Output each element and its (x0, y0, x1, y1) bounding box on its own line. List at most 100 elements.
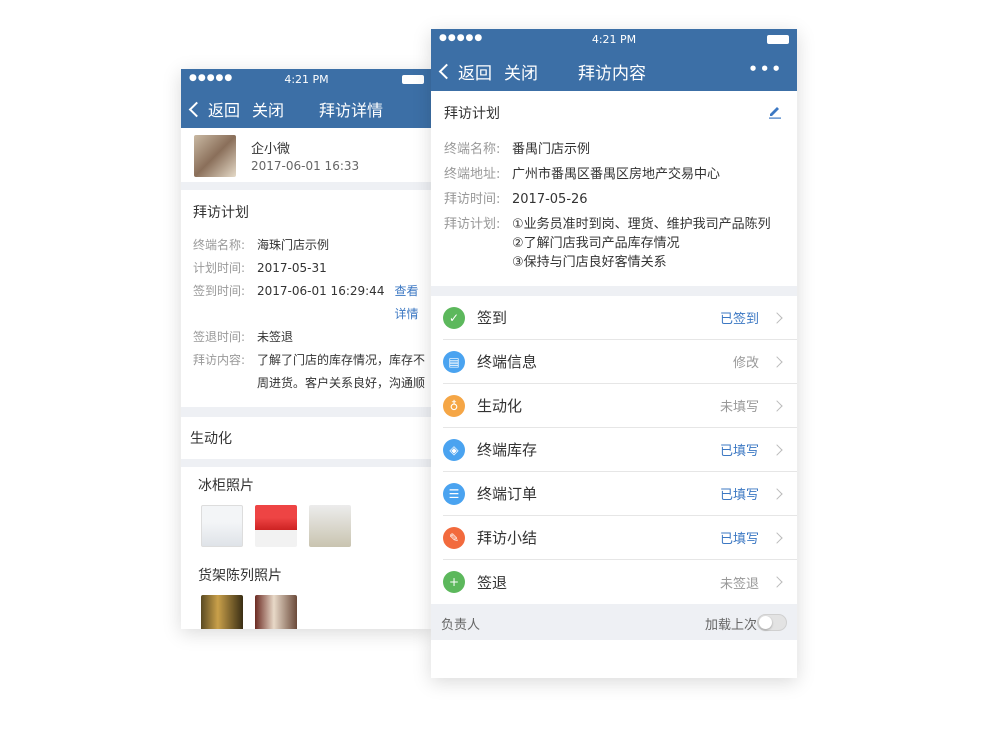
visit-detail-screen: ●●●●● 4:21 PM 返回 关闭 拜访详情 企小微 2017-06-01 … (181, 69, 432, 629)
field-value: 广州市番禺区番禺区房地产交易中心 (512, 167, 721, 182)
view-details-link[interactable]: 查看详情 (394, 280, 420, 326)
field-label: 拜访内容: (193, 353, 246, 367)
task-label: 终端库存 (477, 441, 538, 459)
field-label: 拜访时间: (444, 192, 501, 207)
field-value: ①业务员准时到岗、理货、维护我司产品陈列 ②了解门店我司产品库存情况 ③保持与门… (512, 212, 774, 272)
task-row[interactable]: ◈ 终端库存 已填写 (443, 428, 797, 472)
field-label: 终端名称: (444, 142, 501, 157)
owner-label: 负责人 (441, 618, 481, 633)
photo-section: 冰柜照片 货架陈列照片 (190, 467, 423, 629)
field-value: 2017-05-26 (512, 192, 588, 207)
more-icon[interactable]: ••• (748, 60, 783, 78)
back-button[interactable]: 返回 (208, 97, 240, 121)
task-label: 生动化 (477, 397, 523, 415)
user-card: 企小微 2017-06-01 16:33 (181, 128, 432, 190)
chevron-right-icon (771, 576, 783, 588)
field-value: 2017-06-01 16:29:44 (257, 284, 385, 298)
page-title: 拜访内容 (578, 64, 646, 84)
shelf-photo[interactable] (201, 595, 243, 629)
fridge-photo[interactable] (201, 505, 243, 547)
plan-details: 终端名称: 海珠门店示例 计划时间: 2017-05-31 签到时间: 2017… (181, 234, 432, 395)
plan-row: 计划时间: 2017-05-31 (181, 257, 432, 280)
task-row[interactable]: ♁ 生动化 未填写 (443, 384, 797, 428)
task-label: 终端订单 (477, 485, 538, 503)
chevron-right-icon (771, 399, 783, 412)
task-status: 未填写 (719, 400, 759, 415)
plan-row: 签到时间: 2017-06-01 16:29:44 查看详情 (181, 280, 432, 326)
fridge-photo[interactable] (255, 505, 297, 547)
back-chevron-icon[interactable] (188, 101, 205, 117)
calendar-out-icon: + (443, 571, 465, 593)
plan-row: 签退时间: 未签退 (181, 326, 432, 349)
battery-icon (767, 35, 789, 44)
note-icon: ✎ (443, 526, 465, 549)
back-button[interactable]: 返回 (458, 59, 492, 84)
close-button[interactable]: 关闭 (504, 59, 538, 84)
field-label: 终端名称: (193, 238, 246, 252)
field-value: 海珠门店示例 (257, 238, 330, 252)
vivid-section-title: 生动化 (181, 417, 432, 467)
edit-pencil-icon[interactable] (767, 103, 783, 119)
chevron-right-icon (771, 531, 783, 544)
nav-bar: 返回 关闭 拜访内容 ••• (431, 49, 797, 91)
footer-bar: 负责人 加载上次 (431, 604, 797, 640)
id-card-icon: ▤ (443, 350, 465, 373)
task-row[interactable]: ✓ 签到 已签到 (443, 296, 797, 340)
field-label: 签到时间: (193, 284, 246, 298)
calendar-check-icon: ✓ (443, 306, 465, 329)
plan-title: 拜访计划 (193, 205, 249, 221)
avatar (194, 135, 236, 177)
user-datetime: 2017-06-01 16:33 (251, 159, 360, 173)
chevron-right-icon (771, 311, 783, 324)
battery-icon (402, 75, 424, 84)
divider (181, 407, 432, 417)
task-row[interactable]: ☰ 终端订单 已填写 (443, 472, 797, 516)
fridge-photos-label: 冰柜照片 (198, 478, 254, 494)
plan-card: 拜访计划 终端名称: 番禺门店示例 终端地址: 广州市番禺区番禺区房地产交易中心… (431, 91, 797, 296)
field-label: 终端地址: (444, 167, 501, 182)
chevron-right-icon (771, 487, 783, 500)
status-time: 4:21 PM (284, 73, 329, 86)
load-last-toggle[interactable] (757, 614, 787, 631)
field-label: 签退时间: (193, 330, 246, 344)
page-title: 拜访详情 (319, 101, 384, 120)
task-row[interactable]: + 签退 未签退 (443, 560, 797, 604)
task-row[interactable]: ▤ 终端信息 修改 (443, 340, 797, 384)
task-label: 终端信息 (477, 353, 538, 371)
visit-content-screen: ●●●●● 4:21 PM 返回 关闭 拜访内容 ••• 拜访计划 终端名称: … (431, 29, 797, 678)
field-label: 拜访计划: (444, 217, 501, 232)
status-time: 4:21 PM (591, 33, 637, 46)
plan-row: 终端名称: 海珠门店示例 (181, 234, 432, 257)
fridge-photo[interactable] (309, 505, 351, 547)
field-value: 番禺门店示例 (512, 142, 591, 157)
field-value-line: 了解了门店的库存情况，库存不 (257, 353, 426, 367)
clipboard-icon: ☰ (443, 482, 465, 505)
task-status: 已签到 (719, 312, 759, 327)
task-label: 签到 (477, 309, 508, 327)
field-value: 未签退 (257, 330, 294, 344)
shelf-photos-label: 货架陈列照片 (198, 568, 282, 584)
task-status: 已填写 (719, 488, 759, 503)
chevron-right-icon (771, 355, 783, 368)
load-last-label: 加载上次 (704, 618, 757, 633)
shelf-photo[interactable] (255, 595, 297, 629)
close-button[interactable]: 关闭 (252, 97, 284, 121)
plan-row: 拜访时间: 2017-05-26 (431, 187, 797, 212)
box-icon: ◈ (443, 438, 465, 461)
status-bar: ●●●●● 4:21 PM (181, 69, 432, 87)
task-status: 未签退 (719, 576, 759, 592)
task-label: 签退 (477, 573, 508, 592)
task-list: ✓ 签到 已签到 ▤ 终端信息 修改 ♁ 生动化 未填写 ◈ 终端库存 已填写 ☰ 终端订单 已填写 ✎ 拜访小… (431, 296, 797, 604)
plan-row: 拜访计划: ①业务员准时到岗、理货、维护我司产品陈列 ②了解门店我司产品库存情况… (431, 212, 797, 272)
plan-row: 终端名称: 番禺门店示例 (431, 137, 797, 162)
task-label: 拜访小结 (477, 529, 538, 547)
task-status: 修改 (732, 356, 759, 371)
task-row[interactable]: ✎ 拜访小结 已填写 (443, 516, 797, 560)
user-name: 企小微 (251, 142, 291, 157)
back-chevron-icon[interactable] (438, 63, 455, 80)
field-value-line: ①业务员准时到岗、理货、维护我司产品陈列 (512, 217, 771, 232)
field-label: 计划时间: (193, 261, 246, 275)
field-value-line: ③保持与门店良好客情关系 (512, 255, 667, 270)
task-status: 已填写 (719, 532, 759, 547)
task-status: 已填写 (719, 444, 759, 459)
